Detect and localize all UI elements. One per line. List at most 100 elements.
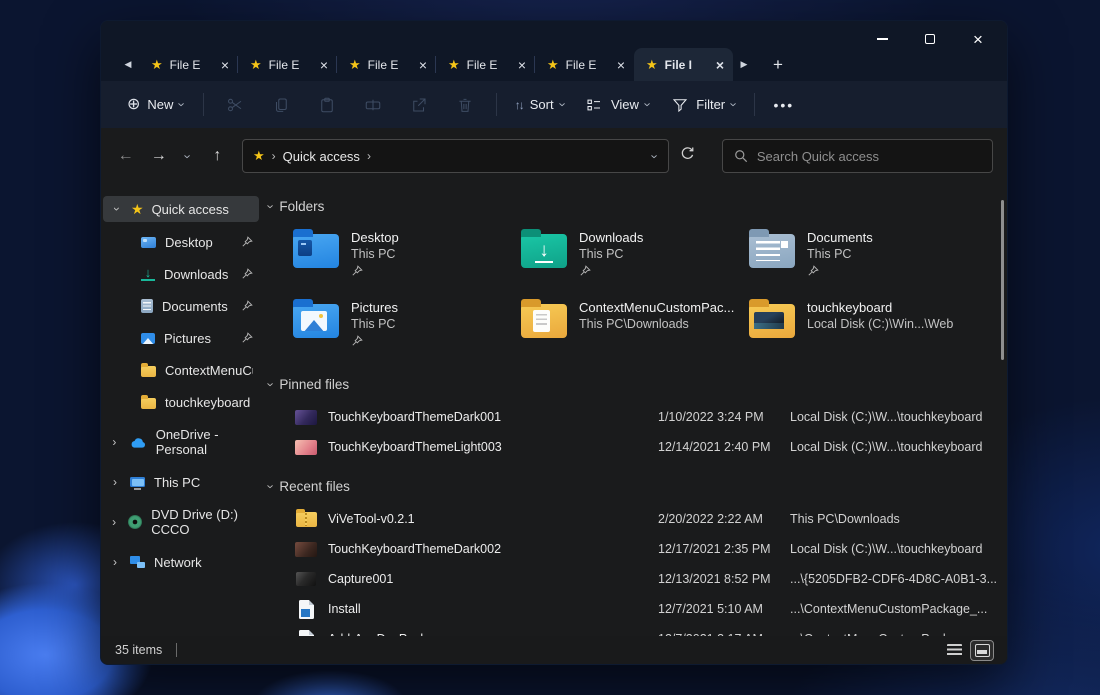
toolbar-separator: [754, 93, 755, 116]
tab-5[interactable]: ★ File E ×: [535, 48, 634, 81]
breadcrumb-segment[interactable]: Quick access: [283, 149, 360, 164]
search-box[interactable]: [722, 139, 993, 173]
sidebar-item-onedrive[interactable]: › OneDrive - Personal: [101, 426, 261, 458]
sidebar-item-label: Desktop: [165, 235, 232, 250]
chevron-collapsed-icon[interactable]: ›: [109, 516, 119, 528]
sidebar-item-dvd-drive[interactable]: › DVD Drive (D:) CCCO: [101, 506, 261, 538]
file-row-add-appdevpackage[interactable]: Add-AppDevPackage 12/7/2021 3:17 AM ...\…: [269, 624, 1007, 636]
tab-1[interactable]: ★ File E ×: [139, 48, 238, 81]
address-bar[interactable]: ★ › Quick access › ›: [242, 139, 669, 173]
section-chevron-icon[interactable]: ›: [265, 484, 278, 488]
sidebar-item-label: ContextMenuCust: [165, 363, 253, 378]
toolbar-separator: [203, 93, 204, 116]
more-options-button[interactable]: •••: [763, 97, 804, 113]
sidebar-item-this-pc[interactable]: › This PC: [101, 466, 261, 498]
sidebar-item-label: This PC: [154, 475, 200, 490]
sort-button[interactable]: ↑↓ Sort ›: [505, 91, 575, 118]
folder-tile-contextmenucustompac[interactable]: ContextMenuCustomPac... This PC\Download…: [521, 298, 749, 352]
vertical-scrollbar[interactable]: [1001, 200, 1004, 360]
tab-2[interactable]: ★ File E ×: [238, 48, 337, 81]
tab-close-icon[interactable]: ×: [419, 58, 427, 72]
tile-location: This PC: [351, 316, 398, 332]
new-button[interactable]: ⊕ New ›: [117, 91, 195, 119]
file-row-touchkeyboardthemedark002[interactable]: TouchKeyboardThemeDark002 12/17/2021 2:3…: [269, 534, 1007, 564]
minimize-icon: [877, 38, 888, 40]
copy-icon: [271, 95, 290, 114]
command-toolbar: ⊕ New › ↑↓ Sort › View: [101, 81, 1007, 128]
file-row-touchkeyboardthemelight003[interactable]: TouchKeyboardThemeLight003 12/14/2021 2:…: [269, 432, 1007, 462]
section-header-recent-files[interactable]: › Recent files: [269, 476, 1007, 496]
tab-close-icon[interactable]: ×: [716, 58, 724, 72]
maximize-button[interactable]: [921, 30, 939, 48]
section-header-folders[interactable]: › Folders: [269, 196, 1007, 216]
sidebar-item-documents[interactable]: Documents: [101, 290, 261, 322]
address-dropdown-chevron-icon[interactable]: ›: [649, 154, 662, 158]
copy-button[interactable]: [258, 88, 304, 122]
section-header-pinned-files[interactable]: › Pinned files: [269, 374, 1007, 394]
tab-4[interactable]: ★ File E ×: [436, 48, 535, 81]
folder-tile-downloads[interactable]: ↓ Downloads This PC: [521, 228, 749, 282]
sidebar-item-touchkeyboard[interactable]: touchkeyboard: [101, 386, 261, 418]
tile-location: This PC\Downloads: [579, 316, 734, 332]
search-input[interactable]: [757, 149, 981, 164]
refresh-button[interactable]: [673, 141, 702, 171]
recent-locations-button[interactable]: ›: [177, 141, 198, 171]
sidebar-item-contextmenucust[interactable]: ContextMenuCust: [101, 354, 261, 386]
tab-3[interactable]: ★ File E ×: [337, 48, 436, 81]
sidebar-item-quick-access[interactable]: › ★ Quick access: [103, 196, 259, 222]
file-row-capture001[interactable]: Capture001 12/13/2021 8:52 PM ...\{5205D…: [269, 564, 1007, 594]
folder-tile-desktop[interactable]: Desktop This PC: [293, 228, 521, 282]
file-row-install[interactable]: Install 12/7/2021 5:10 AM ...\ContextMen…: [269, 594, 1007, 624]
tile-name: ContextMenuCustomPac...: [579, 300, 734, 316]
rename-button[interactable]: [350, 88, 396, 122]
new-tab-button[interactable]: +: [761, 48, 795, 81]
large-icons-view-button[interactable]: [971, 641, 993, 660]
tab-close-icon[interactable]: ×: [518, 58, 526, 72]
delete-button[interactable]: [442, 88, 488, 122]
tab-scroll-right-button[interactable]: ▶: [733, 48, 755, 81]
file-row-touchkeyboardthemedark001[interactable]: TouchKeyboardThemeDark001 1/10/2022 3:24…: [269, 402, 1007, 432]
sidebar-item-pictures[interactable]: Pictures: [101, 322, 261, 354]
sidebar-item-network[interactable]: › Network: [101, 546, 261, 578]
paste-button[interactable]: [304, 88, 350, 122]
file-date: 12/7/2021 5:10 AM: [658, 602, 790, 616]
file-name: TouchKeyboardThemeDark002: [328, 542, 658, 556]
tab-active[interactable]: ★ File I ×: [634, 48, 733, 81]
chevron-collapsed-icon[interactable]: ›: [109, 556, 121, 568]
section-title: Folders: [279, 199, 324, 214]
folder-tile-touchkeyboard[interactable]: touchkeyboard Local Disk (C:)\Win...\Web: [749, 298, 977, 352]
sidebar-item-downloads[interactable]: ↓ Downloads: [101, 258, 261, 290]
trash-icon: [455, 95, 474, 114]
forward-button[interactable]: →: [144, 141, 173, 171]
folder-tile-documents[interactable]: Documents This PC: [749, 228, 977, 282]
file-name: TouchKeyboardThemeDark001: [328, 410, 658, 424]
chevron-collapsed-icon[interactable]: ›: [109, 476, 121, 488]
tab-close-icon[interactable]: ×: [320, 58, 328, 72]
details-view-button[interactable]: [943, 641, 965, 660]
pin-icon: [351, 335, 363, 347]
folder-tile-pictures[interactable]: Pictures This PC: [293, 298, 521, 352]
back-button[interactable]: ←: [111, 141, 140, 171]
file-row-vivetool[interactable]: ViVeTool-v0.2.1 2/20/2022 2:22 AM This P…: [269, 504, 1007, 534]
chevron-collapsed-icon[interactable]: ›: [109, 436, 120, 448]
tab-close-icon[interactable]: ×: [221, 58, 229, 72]
close-button[interactable]: ×: [969, 30, 987, 48]
file-location: ...\ContextMenuCustomPackage_...: [790, 602, 1007, 616]
tab-close-icon[interactable]: ×: [617, 58, 625, 72]
sidebar-item-label: Documents: [162, 299, 232, 314]
chevron-down-icon: ›: [728, 102, 741, 106]
cut-button[interactable]: [212, 88, 258, 122]
chevron-expanded-icon[interactable]: ›: [111, 203, 123, 215]
sidebar-item-desktop[interactable]: Desktop: [101, 226, 261, 258]
up-button[interactable]: ↑: [203, 141, 232, 171]
breadcrumb-chevron-icon[interactable]: ›: [367, 149, 371, 163]
view-button[interactable]: View ›: [575, 89, 660, 120]
section-chevron-icon[interactable]: ›: [265, 204, 278, 208]
image-thumbnail-pink: [295, 440, 317, 455]
share-button[interactable]: [396, 88, 442, 122]
tab-scroll-left-button[interactable]: ◀: [117, 48, 139, 81]
items-count: 35 items: [115, 643, 162, 657]
section-chevron-icon[interactable]: ›: [265, 382, 278, 386]
filter-button[interactable]: Filter ›: [660, 89, 746, 120]
minimize-button[interactable]: [873, 30, 891, 48]
